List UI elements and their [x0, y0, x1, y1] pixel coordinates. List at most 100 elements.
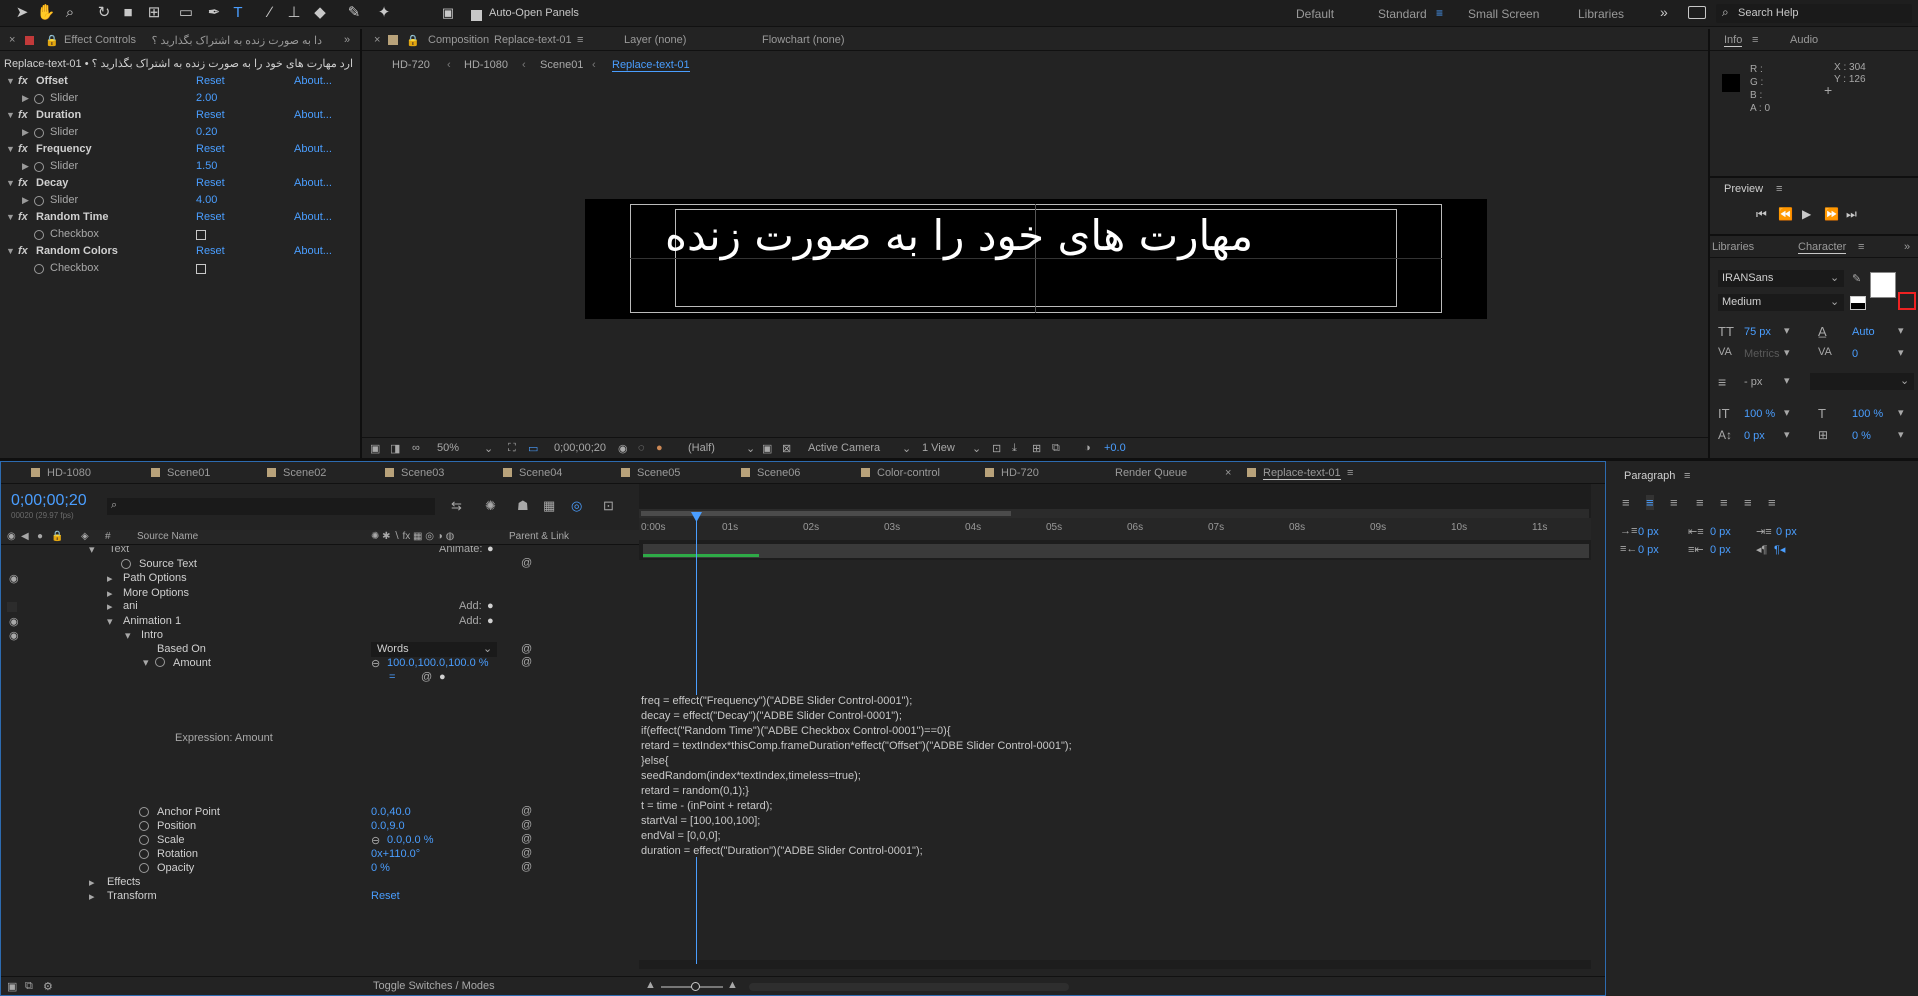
stopwatch-icon[interactable] [34, 264, 44, 274]
effect-row[interactable]: ▼ fx Decay Reset About... [0, 176, 360, 193]
tab-info[interactable]: Info [1724, 34, 1743, 47]
pick-whip-icon[interactable]: @ [521, 847, 532, 859]
timeline-tab[interactable]: HD-1080 [47, 467, 91, 479]
stopwatch-icon[interactable] [34, 196, 44, 206]
layer-duration-bar[interactable] [643, 544, 1589, 558]
layer-switches-icon[interactable]: ▣ [7, 980, 17, 993]
label-icon[interactable]: ◈ [81, 531, 89, 542]
effect-controls-layer-name[interactable]: دا به صورت زنده به اشتراک بگذارید ؟ [140, 34, 322, 47]
effect-about-link[interactable]: About... [294, 143, 332, 155]
font-size-value[interactable]: 75 px [1744, 326, 1771, 338]
fx-icon[interactable]: fx [18, 211, 28, 223]
expand-triangle-icon[interactable]: ▸ [107, 600, 113, 613]
timeline-menu-icon[interactable]: ≡ [1347, 467, 1353, 479]
stroke-color-swatch[interactable] [1898, 292, 1916, 310]
effect-slider-value[interactable]: 4.00 [196, 194, 217, 206]
comp-menu-icon[interactable]: ≡ [577, 34, 583, 46]
nav-hd-1080[interactable]: HD-1080 [464, 59, 508, 71]
tab-layer[interactable]: Layer (none) [624, 34, 686, 46]
based-on-select[interactable]: Words ⌄ [371, 642, 497, 657]
expand-triangle-icon[interactable]: ▸ [107, 587, 113, 600]
expression-enable-icon[interactable]: = [389, 671, 395, 683]
tracking-value[interactable]: 0 [1852, 348, 1858, 360]
zoom-tool-icon[interactable]: ⌕ [60, 3, 80, 23]
collapse-triangle-icon[interactable]: ▼ [6, 144, 15, 154]
fx-icon[interactable]: fx [18, 245, 28, 257]
previous-frame-icon[interactable]: ⏪ [1778, 207, 1793, 221]
effect-row[interactable]: ▼ fx Duration Reset About... [0, 108, 360, 125]
toggle-pixel-icon[interactable]: ⊡ [992, 442, 1001, 455]
motion-blur-icon[interactable]: ◎ [571, 498, 582, 514]
type-tool-icon[interactable]: T [228, 3, 248, 23]
position-value[interactable]: 0.0,9.0 [371, 820, 405, 832]
auto-open-checkbox[interactable] [471, 8, 482, 22]
search-help-box[interactable]: ⌕ Search Help [1716, 4, 1912, 23]
tab-character[interactable]: Character [1798, 241, 1847, 254]
timeline-scrollbar[interactable] [749, 983, 1069, 991]
timeline-tab[interactable]: Scene01 [167, 467, 210, 479]
eyedropper-icon[interactable]: ✎ [1852, 272, 1861, 285]
effect-reset-link[interactable]: Reset [196, 109, 225, 121]
visibility-off-icon[interactable] [7, 602, 17, 612]
stopwatch-icon[interactable] [139, 849, 149, 859]
stopwatch-icon[interactable] [34, 128, 44, 138]
align-left-icon[interactable]: ≡ [1622, 495, 1630, 510]
tab-composition-replace-text[interactable]: Replace-text-01 [494, 34, 572, 46]
last-frame-icon[interactable]: ⏭ [1846, 207, 1857, 222]
expand-triangle-icon[interactable]: ▶ [22, 195, 29, 206]
preview-menu-icon[interactable]: ≡ [1776, 183, 1782, 195]
constrain-link-icon[interactable]: ⊖ [371, 834, 380, 847]
effect-row[interactable]: ▼ fx Random Time Reset About... [0, 210, 360, 227]
visibility-eye-icon[interactable]: ◉ [9, 572, 19, 585]
panel-layout-icon[interactable]: ▣ [438, 3, 458, 23]
close-tab-icon[interactable]: × [1225, 467, 1231, 479]
expand-triangle-icon[interactable]: ▶ [22, 127, 29, 138]
effect-row[interactable]: ▼ fx Frequency Reset About... [0, 142, 360, 159]
exposure-value[interactable]: +0.0 [1104, 442, 1126, 454]
fx-icon[interactable]: fx [18, 109, 28, 121]
collapse-triangle-icon[interactable]: ▾ [143, 656, 149, 669]
column-source-name[interactable]: Source Name [137, 531, 198, 542]
in-out-icon[interactable]: ⚙ [43, 980, 53, 993]
search-input[interactable]: Search Help [1738, 7, 1799, 19]
timeline-tab[interactable]: Scene03 [401, 467, 444, 479]
stroke-width-value[interactable]: - px [1744, 376, 1762, 388]
expand-triangle-icon[interactable]: ▸ [89, 890, 95, 903]
pick-whip-icon[interactable]: @ [521, 833, 532, 845]
expand-triangle-icon[interactable]: ▸ [107, 572, 113, 585]
effect-reset-link[interactable]: Reset [196, 75, 225, 87]
roto-brush-tool-icon[interactable]: ✎ [344, 3, 364, 23]
rectangle-tool-icon[interactable]: ▭ [176, 3, 196, 23]
justify-left-icon[interactable]: ≡ [1696, 495, 1704, 510]
expand-triangle-icon[interactable]: ▶ [22, 161, 29, 172]
view-layout-dropdown[interactable]: 1 View [922, 442, 955, 454]
stopwatch-icon[interactable] [139, 835, 149, 845]
effect-reset-link[interactable]: Reset [196, 245, 225, 257]
zoom-out-icon[interactable]: ▲ [645, 979, 656, 991]
fx-icon[interactable]: fx [18, 143, 28, 155]
opacity-value[interactable]: 0 % [371, 862, 390, 874]
workspace-libraries[interactable]: Libraries [1578, 7, 1624, 21]
nav-scene01[interactable]: Scene01 [540, 59, 583, 71]
timeline-tab[interactable]: Scene06 [757, 467, 800, 479]
baseline-shift-value[interactable]: 0 px [1744, 430, 1765, 442]
leading-value[interactable]: Auto [1852, 326, 1875, 338]
timeline-tab[interactable]: Scene02 [283, 467, 326, 479]
draft-3d-icon[interactable]: ✺ [485, 498, 496, 514]
justify-all-icon[interactable]: ≡ [1768, 495, 1776, 510]
zoom-dropdown[interactable]: 50% [437, 442, 459, 454]
tab-effect-controls[interactable]: Effect Controls [64, 34, 136, 46]
expand-triangle-icon[interactable]: ▶ [22, 93, 29, 104]
region-icon[interactable]: ▭ [528, 442, 538, 455]
timeline-tab[interactable]: Scene04 [519, 467, 562, 479]
horizontal-scale-value[interactable]: 100 % [1852, 408, 1883, 420]
align-center-icon[interactable]: ≡ [1646, 495, 1654, 510]
stopwatch-icon[interactable] [139, 807, 149, 817]
add-property-icon[interactable]: ● [487, 600, 494, 612]
pan-behind-tool-icon[interactable]: ⊞ [144, 3, 164, 23]
time-ruler[interactable] [639, 518, 1591, 540]
close-comp-icon[interactable]: × [374, 34, 380, 46]
toggle-switches-modes[interactable]: Toggle Switches / Modes [373, 980, 495, 992]
space-before-value[interactable]: 0 px [1710, 526, 1731, 538]
expression-editor[interactable]: freq = effect("Frequency")("ADBE Slider … [641, 695, 1591, 857]
